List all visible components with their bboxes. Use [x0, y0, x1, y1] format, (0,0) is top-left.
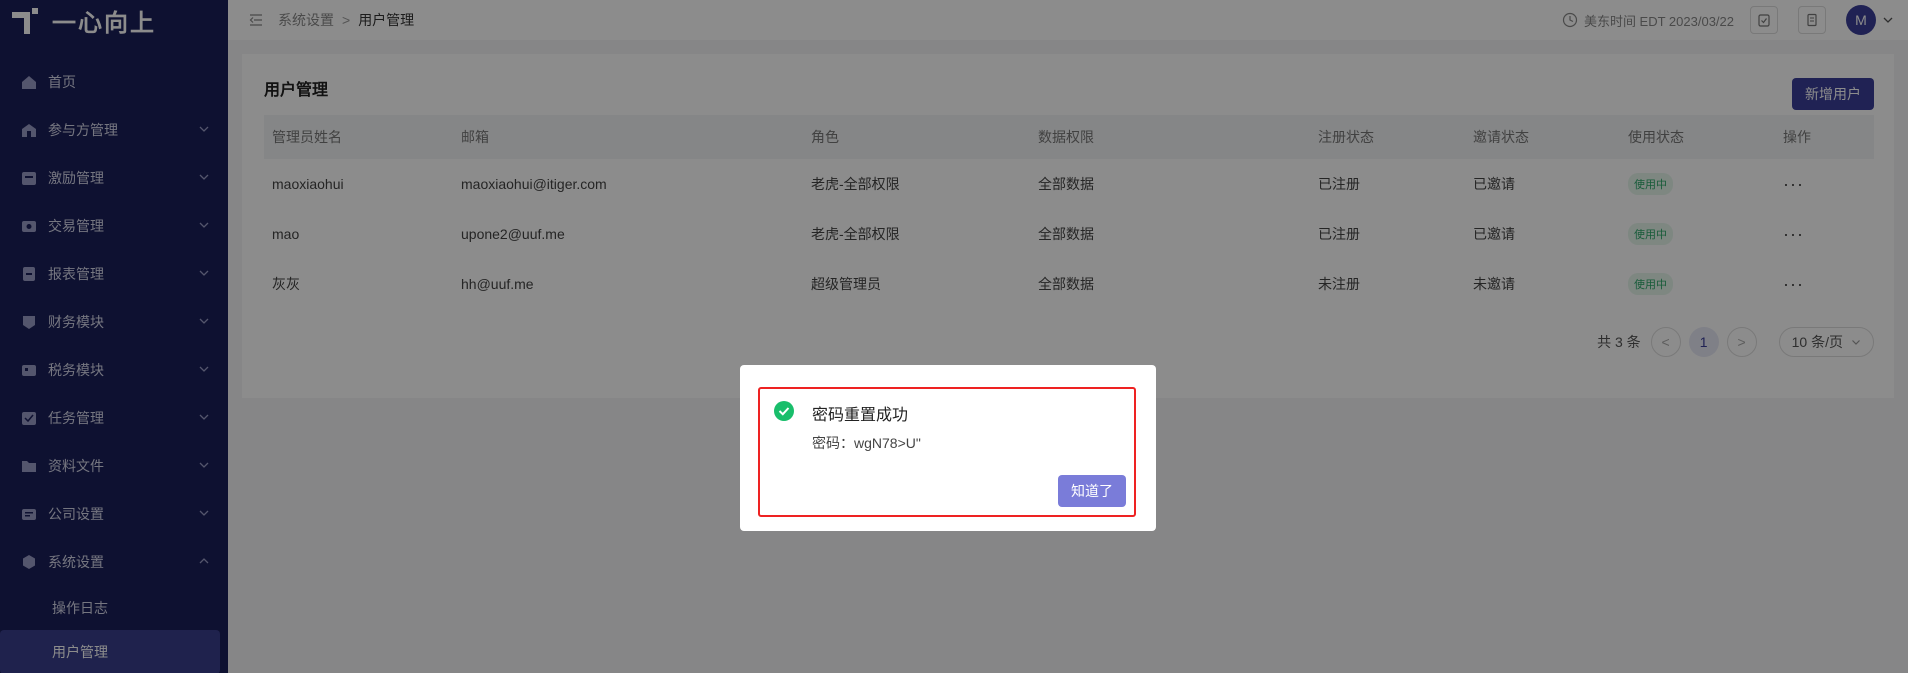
- acknowledge-button[interactable]: 知道了: [1058, 475, 1126, 507]
- highlight-frame: 密码重置成功 密码：wgN78>U" 知道了: [758, 387, 1136, 517]
- dialog-message: 密码：wgN78>U": [812, 435, 921, 451]
- modal-overlay[interactable]: [0, 0, 1908, 673]
- password-reset-dialog: 密码重置成功 密码：wgN78>U" 知道了: [740, 365, 1156, 531]
- dialog-title: 密码重置成功: [812, 407, 909, 424]
- check-circle-icon: [774, 401, 794, 421]
